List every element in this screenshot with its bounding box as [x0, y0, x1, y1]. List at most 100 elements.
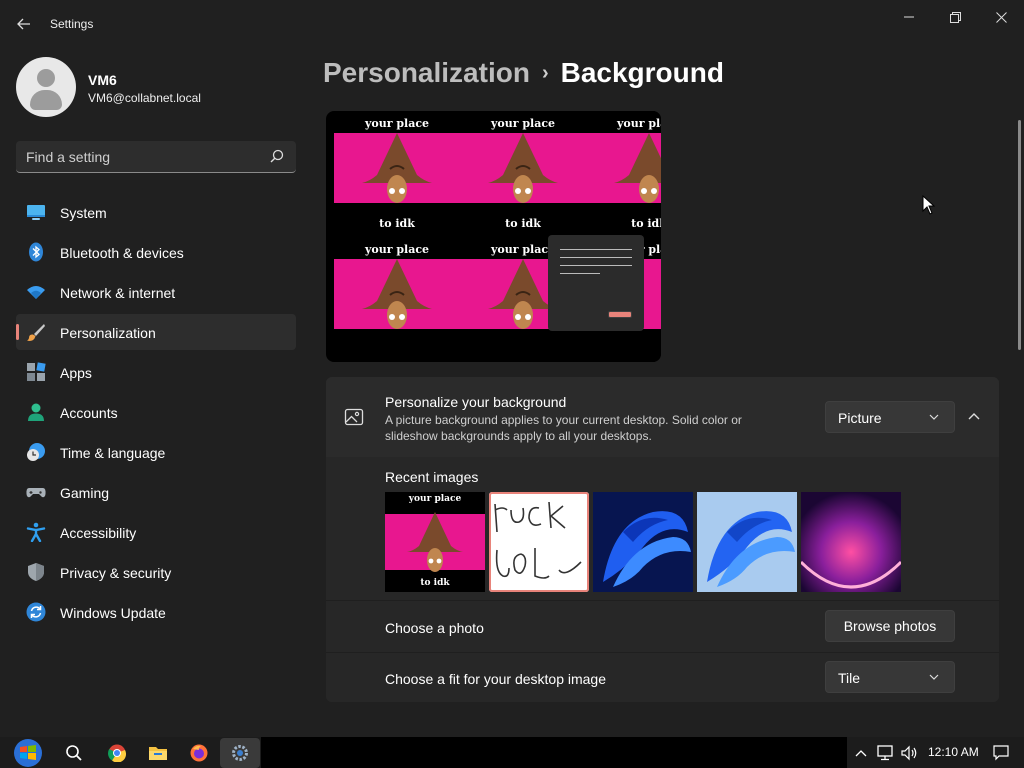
recent-images-section: Recent images your place to idk	[326, 457, 999, 600]
back-button[interactable]	[12, 12, 36, 36]
preview-tile: your place to idk	[460, 111, 586, 237]
background-type-row: Personalize your background A picture ba…	[326, 377, 999, 456]
system-icon	[27, 205, 45, 220]
close-button[interactable]	[989, 8, 1013, 26]
chrome-icon	[108, 744, 126, 762]
file-explorer-icon	[149, 747, 167, 760]
wifi-icon	[27, 286, 45, 299]
back-arrow-icon	[17, 18, 30, 30]
show-hidden-icons-button[interactable]	[850, 740, 872, 766]
chevron-down-icon	[929, 414, 939, 420]
sidebar-item-accessibility[interactable]: Accessibility	[16, 514, 296, 550]
volume-status[interactable]	[898, 740, 920, 766]
chevron-up-icon	[855, 750, 867, 757]
sidebar-item-label: Time & language	[60, 445, 166, 461]
notification-icon	[993, 745, 1009, 761]
network-status[interactable]	[874, 740, 896, 766]
background-type-dropdown[interactable]: Picture	[825, 401, 955, 433]
minimize-icon	[904, 16, 914, 18]
sidebar-item-gaming[interactable]: Gaming	[16, 474, 296, 510]
search-icon	[66, 745, 82, 761]
sidebar-item-windows-update[interactable]: Windows Update	[16, 594, 296, 630]
speaker-icon	[901, 745, 917, 761]
sidebar-item-bluetooth[interactable]: Bluetooth & devices	[16, 234, 296, 270]
sidebar-nav: System Bluetooth & devices Network & int…	[16, 194, 296, 634]
fit-label: Choose a fit for your desktop image	[385, 671, 607, 687]
sidebar-item-accounts[interactable]: Accounts	[16, 394, 296, 430]
chevron-down-icon	[929, 674, 939, 680]
recent-image-bloom-dark[interactable]	[593, 492, 693, 592]
shield-icon	[28, 563, 44, 581]
settings-icon	[232, 745, 248, 761]
fit-dropdown[interactable]: Tile	[825, 661, 955, 693]
brush-icon	[27, 324, 45, 341]
sidebar-item-label: Accounts	[60, 405, 118, 421]
title-bar: Settings	[0, 0, 1024, 48]
firefox-icon	[190, 744, 208, 762]
dropdown-value: Picture	[838, 410, 882, 426]
taskbar-file-explorer[interactable]	[145, 740, 171, 766]
close-icon	[995, 11, 1007, 23]
sidebar-item-network[interactable]: Network & internet	[16, 274, 296, 310]
start-icon	[14, 738, 42, 767]
breadcrumb-separator: ›	[541, 62, 549, 84]
sidebar-item-label: Bluetooth & devices	[60, 245, 184, 261]
recent-image-purple-glow[interactable]	[801, 492, 901, 592]
desktop-preview: your place to idk your place to idk your…	[326, 111, 661, 362]
preview-tile: your place to idk	[334, 111, 460, 237]
user-name: VM6	[88, 72, 117, 88]
picture-icon	[344, 408, 364, 426]
recent-image-handwriting[interactable]	[489, 492, 589, 592]
notifications-button[interactable]	[990, 740, 1012, 766]
sidebar-item-system[interactable]: System	[16, 194, 296, 230]
taskbar-firefox[interactable]	[186, 740, 212, 766]
sidebar-item-label: Network & internet	[60, 285, 176, 301]
sidebar-item-label: Personalization	[60, 325, 156, 341]
sidebar-item-label: Apps	[60, 365, 92, 381]
scrollbar[interactable]	[1018, 120, 1021, 350]
page-title: Background	[560, 57, 724, 88]
mouse-cursor-icon	[922, 195, 936, 215]
minimize-button[interactable]	[897, 8, 921, 26]
recent-image-wizard[interactable]: your place to idk	[385, 492, 485, 592]
app-title: Settings	[50, 17, 94, 31]
taskbar: 12:10 AM	[0, 737, 1024, 768]
start-button[interactable]	[12, 737, 44, 768]
dropdown-value: Tile	[838, 670, 861, 686]
sidebar-item-label: Accessibility	[60, 525, 137, 541]
taskbar-chrome[interactable]	[104, 740, 130, 766]
gamepad-icon	[26, 488, 46, 498]
sidebar-item-personalization[interactable]: Personalization	[16, 314, 296, 350]
chevron-up-icon[interactable]	[964, 406, 984, 426]
fit-row: Choose a fit for your desktop image Tile	[326, 653, 999, 702]
sidebar-item-privacy[interactable]: Privacy & security	[16, 554, 296, 590]
accessibility-icon	[26, 522, 46, 542]
browse-photos-button[interactable]: Browse photos	[825, 610, 955, 642]
network-icon	[877, 745, 893, 761]
search-icon[interactable]	[270, 149, 284, 163]
update-icon	[26, 602, 46, 622]
taskbar-settings[interactable]	[227, 740, 253, 766]
sidebar-item-label: System	[60, 205, 107, 221]
breadcrumb: Personalization › Background	[323, 57, 724, 97]
bluetooth-icon	[29, 242, 43, 262]
breadcrumb-parent[interactable]: Personalization	[323, 57, 530, 88]
recent-image-bloom-light[interactable]	[697, 492, 797, 592]
sidebar-item-apps[interactable]: Apps	[16, 354, 296, 390]
avatar	[16, 57, 76, 117]
sidebar-item-label: Privacy & security	[60, 565, 172, 581]
apps-icon	[27, 362, 46, 381]
settings-search[interactable]	[16, 141, 296, 173]
preview-tile: your place to idk	[586, 111, 661, 237]
clock[interactable]: 12:10 AM	[928, 745, 979, 759]
restore-icon	[949, 11, 961, 23]
restore-button[interactable]	[943, 8, 967, 26]
user-email: VM6@collabnet.local	[88, 91, 201, 105]
search-input[interactable]	[26, 147, 266, 167]
preview-tile: your place	[334, 237, 460, 362]
clock-globe-icon	[27, 443, 45, 461]
card-title: Personalize your background	[385, 394, 567, 410]
sidebar-item-time-language[interactable]: Time & language	[16, 434, 296, 470]
choose-photo-label: Choose a photo	[385, 620, 484, 636]
taskbar-search[interactable]	[61, 740, 87, 766]
